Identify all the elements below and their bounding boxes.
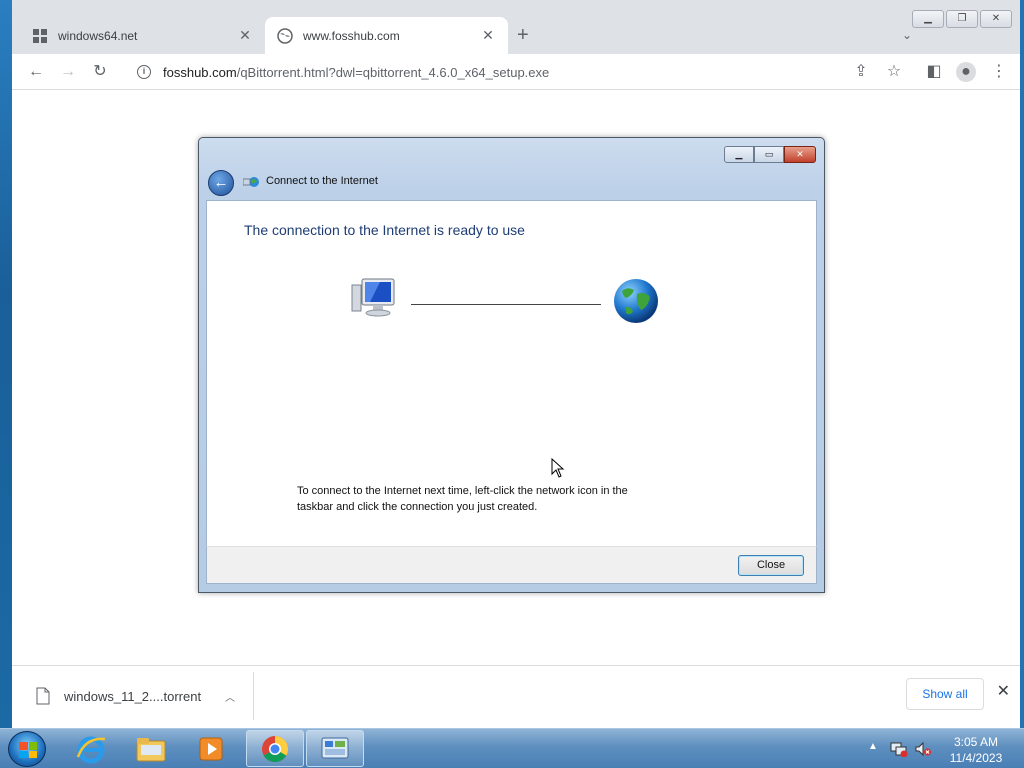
chrome-icon xyxy=(262,735,289,762)
tab-strip: windows64.net ✕ www.fosshub.com ✕ + ⌄ ▁ … xyxy=(12,0,1020,54)
show-all-button[interactable]: Show all xyxy=(906,678,984,710)
network-connection-icon xyxy=(243,177,259,187)
tab-title: www.fosshub.com xyxy=(303,28,400,43)
network-tray-icon[interactable] xyxy=(890,741,908,757)
tab-close-icon[interactable]: ✕ xyxy=(480,27,496,44)
tab-close-icon[interactable]: ✕ xyxy=(237,27,253,44)
browser-toolbar: ← → ↻ i fosshub.com/qBittorrent.html?dwl… xyxy=(12,54,1020,90)
maximize-icon[interactable]: ▭ xyxy=(754,146,784,163)
tab-search-chevron-icon[interactable]: ⌄ xyxy=(902,28,912,42)
dialog-heading: The connection to the Internet is ready … xyxy=(244,222,525,238)
taskbar-internet-explorer[interactable] xyxy=(62,730,120,767)
maximize-icon[interactable]: ❐ xyxy=(946,10,978,28)
more-menu-icon[interactable]: ⋮ xyxy=(989,62,1009,82)
mouse-cursor-icon xyxy=(551,458,565,478)
forward-arrow-icon[interactable]: → xyxy=(58,62,78,82)
system-clock[interactable]: 3:05 AM 11/4/2023 xyxy=(946,734,1006,766)
connection-line xyxy=(411,304,601,305)
file-icon xyxy=(36,687,50,705)
download-bar: windows_11_2....torrent ︿ Show all ✕ xyxy=(12,665,1020,725)
internet-explorer-icon xyxy=(76,736,106,763)
computer-icon xyxy=(351,278,395,317)
taskbar-file-explorer[interactable] xyxy=(122,730,180,767)
url-path: /qBittorrent.html?dwl=qbittorrent_4.6.0_… xyxy=(236,64,550,80)
close-icon[interactable]: ✕ xyxy=(784,146,816,163)
desktop-background-right xyxy=(1020,0,1024,728)
windows-logo-icon xyxy=(19,742,37,758)
tab-windows64[interactable]: windows64.net ✕ xyxy=(20,17,265,54)
taskbar-network-dialog[interactable] xyxy=(306,730,364,767)
chevron-up-icon[interactable]: ︿ xyxy=(225,689,235,704)
reload-icon[interactable]: ↻ xyxy=(90,62,110,82)
side-panel-icon[interactable]: ◧ xyxy=(924,62,944,82)
dialog-body: The connection to the Internet is ready … xyxy=(206,200,817,546)
close-icon[interactable]: ✕ xyxy=(980,10,1012,28)
start-button[interactable] xyxy=(8,731,46,767)
clock-time: 3:05 AM xyxy=(953,735,999,749)
grid-favicon-icon xyxy=(33,28,47,43)
site-info-icon[interactable]: i xyxy=(137,65,151,79)
tab-fosshub[interactable]: www.fosshub.com ✕ xyxy=(265,17,508,54)
internet-globe-icon xyxy=(614,279,658,323)
control-panel-icon xyxy=(321,737,349,758)
bookmark-star-icon[interactable]: ☆ xyxy=(884,62,904,82)
browser-window: windows64.net ✕ www.fosshub.com ✕ + ⌄ ▁ … xyxy=(12,0,1020,728)
page-content: ▁ ▭ ✕ ← Connect to the Internet The conn… xyxy=(12,90,1020,665)
connect-to-internet-dialog: ▁ ▭ ✕ ← Connect to the Internet The conn… xyxy=(198,137,825,593)
globe-favicon-icon xyxy=(277,27,293,44)
taskbar-media-player[interactable] xyxy=(182,730,240,767)
back-arrow-icon[interactable]: ← xyxy=(26,62,46,82)
url-host: fosshub.com xyxy=(163,64,237,80)
taskbar: ▲ 3:05 AM 11/4/2023 xyxy=(0,728,1024,768)
close-button[interactable]: Close xyxy=(738,555,804,576)
folder-icon xyxy=(136,737,166,761)
profile-avatar-icon[interactable]: ● xyxy=(956,62,976,82)
desktop-background-left xyxy=(0,0,12,728)
volume-muted-icon[interactable] xyxy=(914,741,932,757)
dialog-window-controls: ▁ ▭ ✕ xyxy=(724,146,816,163)
media-player-icon xyxy=(199,737,223,760)
taskbar-chrome[interactable] xyxy=(246,730,304,767)
clock-date: 11/4/2023 xyxy=(949,751,1003,765)
minimize-icon[interactable]: ▁ xyxy=(724,146,754,163)
dialog-footer: Close xyxy=(206,546,817,584)
new-tab-button[interactable]: + xyxy=(517,25,529,45)
tab-title: windows64.net xyxy=(58,28,138,43)
download-item[interactable]: windows_11_2....torrent ︿ xyxy=(12,672,254,720)
dialog-title: Connect to the Internet xyxy=(266,175,378,187)
tray-expand-icon[interactable]: ▲ xyxy=(868,741,878,752)
share-icon[interactable]: ⇪ xyxy=(851,62,871,82)
back-arrow-icon[interactable]: ← xyxy=(208,170,234,196)
dialog-instructions: To connect to the Internet next time, le… xyxy=(297,485,628,513)
close-download-bar-icon[interactable]: ✕ xyxy=(997,684,1010,700)
minimize-icon[interactable]: ▁ xyxy=(912,10,944,28)
window-controls: ▁ ❐ ✕ xyxy=(912,10,1012,28)
download-filename: windows_11_2....torrent xyxy=(64,688,202,704)
